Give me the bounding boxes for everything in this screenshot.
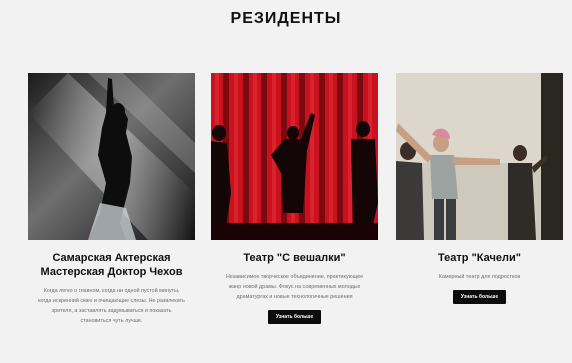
dancer-spotlight-photo[interactable] [28, 73, 195, 240]
learn-more-button[interactable]: Узнать больше [267, 310, 322, 324]
resident-card: Театр "С вешалки" Независимое творческое… [211, 73, 378, 324]
learn-more-button[interactable]: Узнать больше [452, 290, 507, 304]
section-title: РЕЗИДЕНТЫ [230, 10, 342, 27]
resident-card: Самарская Актерская Мастерская Доктор Че… [28, 73, 195, 326]
residents-section: РЕЗИДЕНТЫ Самарская Актерская Мастерская… [0, 0, 572, 363]
resident-name: Театр "Качели" [438, 252, 521, 264]
red-curtain-image [211, 73, 378, 240]
dancer-spotlight-image [28, 73, 195, 240]
resident-card: Театр "Качели" Камерный театр для подрос… [396, 73, 563, 304]
red-curtain-stage-photo[interactable] [211, 73, 378, 240]
resident-description: Камерный театр для подростков [438, 274, 521, 280]
resident-description: Независимое творческое объединение, прак… [225, 274, 364, 300]
resident-name: Самарская Актерская Мастерская Доктор Че… [40, 252, 183, 278]
actors-image [396, 73, 563, 240]
actors-on-stage-photo[interactable] [396, 73, 563, 240]
resident-name: Театр "С вешалки" [243, 252, 346, 264]
resident-description: Когда легко о главном, когда ни одной пу… [38, 288, 185, 324]
